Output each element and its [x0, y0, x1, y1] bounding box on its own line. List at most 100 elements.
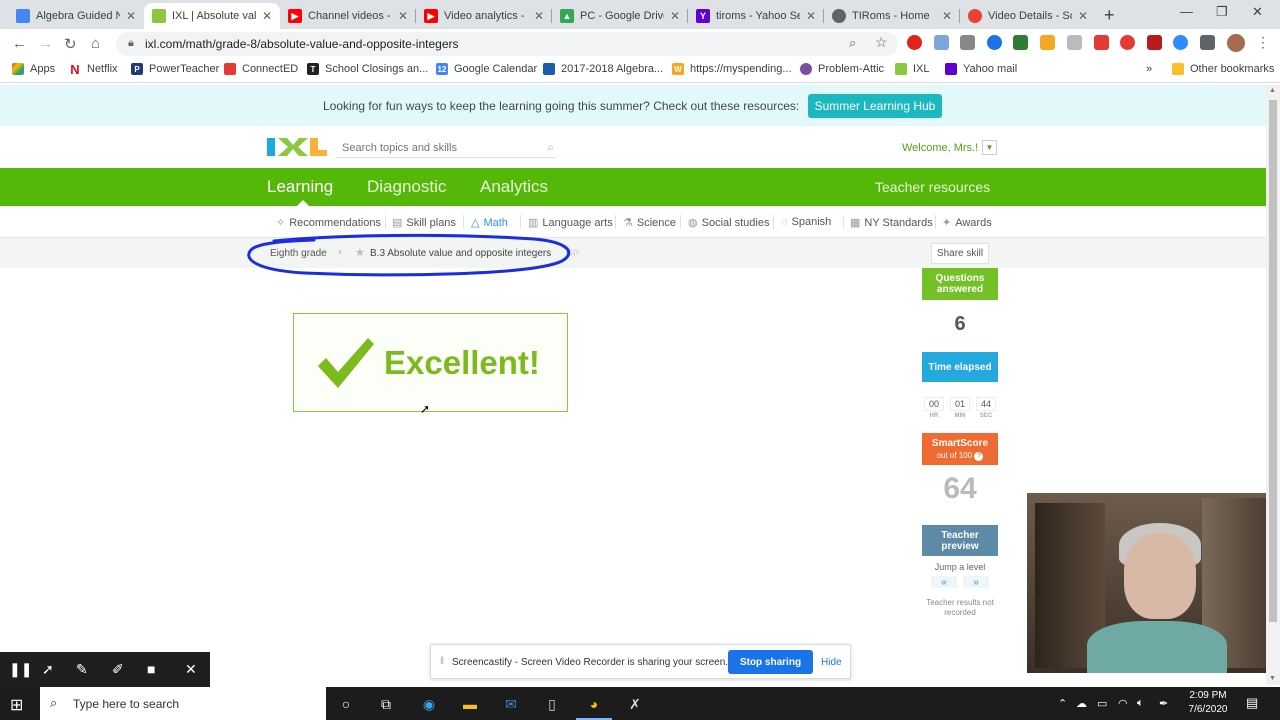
cursor-tool-icon[interactable]: ➚ [42, 661, 54, 678]
bookmarks-overflow-chevron-icon[interactable]: » [1146, 63, 1152, 75]
minimize-button[interactable]: — [1180, 4, 1193, 19]
tab-tiroms-home[interactable]: TIRoms - Home ✕ [824, 3, 960, 29]
bookmark-ixl[interactable]: IXL [895, 63, 930, 75]
chevron-down-icon[interactable]: ▼ [982, 140, 997, 155]
onedrive-icon[interactable]: ☁ [1076, 697, 1087, 710]
extension-icon[interactable] [1067, 35, 1082, 50]
search-input[interactable] [336, 139, 526, 157]
subnav-awards[interactable]: ✦ Awards [942, 216, 992, 230]
subnav-spanish[interactable]: ◌ Spanish [781, 216, 831, 228]
subnav-ny-standards[interactable]: ▦ NY Standards [850, 216, 933, 230]
extension-icon[interactable] [1094, 35, 1109, 50]
close-icon[interactable]: ✕ [942, 9, 952, 23]
taskbar-clock[interactable]: 2:09 PM 7/6/2020 [1182, 689, 1234, 717]
close-icon[interactable]: ✕ [806, 9, 816, 23]
subnav-science[interactable]: ⚗ Science [623, 216, 676, 230]
address-bar[interactable]: 🔒︎ ixl.com/math/grade-8/absolute-value-a… [116, 32, 898, 56]
zoom-extension-icon[interactable] [1173, 35, 1188, 50]
scroll-up-icon[interactable]: ▲ [1269, 87, 1276, 94]
cortana-icon[interactable]: ○ [337, 695, 355, 713]
bookmark-connected[interactable]: ConnectED [224, 63, 298, 75]
taskbar-search[interactable]: ⌕ Type here to search [40, 687, 326, 720]
extension-icon[interactable] [987, 35, 1002, 50]
bookmark-powerteacher[interactable]: P PowerTeacher [131, 63, 219, 75]
opera-extension-icon[interactable] [907, 35, 922, 50]
jump-level-down-button[interactable]: « [931, 576, 957, 588]
close-icon[interactable]: ✕ [185, 661, 197, 678]
tab-ixl-active[interactable]: IXL | Absolute valu ✕ [144, 3, 280, 29]
close-icon[interactable]: ✕ [126, 9, 136, 23]
summer-learning-hub-button[interactable]: Summer Learning Hub [808, 94, 942, 118]
zoom-icon[interactable]: ⌕ [849, 35, 856, 51]
subnav-language-arts[interactable]: ▥ Language arts [528, 216, 613, 230]
close-icon[interactable]: ✕ [398, 9, 408, 23]
webcam-overlay[interactable] [1027, 493, 1266, 673]
extension-icon[interactable] [1040, 35, 1055, 50]
back-icon[interactable]: ← [12, 35, 27, 52]
nav-diagnostic[interactable]: Diagnostic [367, 177, 446, 197]
close-icon[interactable]: ✕ [1078, 9, 1088, 23]
tray-chevron-icon[interactable]: ⌃ [1058, 697, 1067, 710]
nav-analytics[interactable]: Analytics [480, 177, 548, 197]
tab-google-drive[interactable]: ▲ PC - Google Drive ✕ [552, 3, 688, 29]
bookmark-problem-attic[interactable]: Problem-Attic [800, 63, 884, 75]
new-tab-button[interactable]: + [1104, 5, 1115, 26]
bookmark-algebra[interactable]: 2017-2018 Algebra... [543, 63, 663, 75]
scroll-down-icon[interactable]: ▼ [1269, 675, 1276, 682]
tab-video-details[interactable]: Video Details - Sc ✕ [960, 3, 1096, 29]
stop-sharing-button[interactable]: Stop sharing [728, 650, 813, 674]
reload-icon[interactable]: ↻ [64, 35, 77, 53]
search-icon[interactable]: ⌕ [547, 140, 554, 155]
pen-icon[interactable]: ✎ [76, 661, 88, 678]
bookmark-school-closings[interactable]: T School Closings an... [307, 63, 428, 75]
bookmark-other[interactable]: Other bookmarks [1172, 63, 1274, 75]
bookmark-netflix[interactable]: N Netflix [69, 62, 118, 77]
close-icon[interactable]: ✕ [670, 9, 680, 23]
profile-avatar[interactable] [1227, 34, 1245, 52]
more-menu-icon[interactable]: ⋮ [1256, 34, 1270, 51]
task-view-icon[interactable]: ⧉ [377, 695, 395, 713]
tab-algebra-guided[interactable]: Algebra Guided N ✕ [8, 3, 144, 29]
eraser-icon[interactable]: ✐ [112, 661, 124, 678]
volume-icon[interactable]: 🔈︎ [1137, 697, 1144, 710]
tab-yahoo-search[interactable]: Y tiroms - Yahoo Sea ✕ [688, 3, 824, 29]
jump-level-up-button[interactable]: » [963, 576, 989, 588]
hide-notice-button[interactable]: Hide [821, 657, 842, 668]
subnav-social-studies[interactable]: ◍ Social studies [688, 216, 769, 230]
subnav-math[interactable]: △ Math [471, 216, 508, 230]
bookmark-google-calendar[interactable]: 12 Google Calendar [436, 63, 537, 75]
share-skill-button[interactable]: Share skill [931, 243, 989, 264]
welcome-text[interactable]: Welcome, Mrs.! [902, 142, 978, 154]
tab-video-analytics[interactable]: ▶ Video analytics - Y ✕ [416, 3, 552, 29]
scrollbar-thumb[interactable] [1269, 100, 1277, 622]
extension-icon[interactable] [960, 35, 975, 50]
puzzle-icon[interactable] [1200, 35, 1215, 50]
home-icon[interactable]: ⌂ [91, 35, 100, 52]
subnav-recommendations[interactable]: ✧ Recommendations [276, 216, 381, 230]
extension-icon[interactable] [934, 35, 949, 50]
extension-icon[interactable] [1120, 35, 1135, 50]
close-icon[interactable]: ✕ [534, 9, 544, 23]
camera-icon[interactable]: ■ [147, 661, 155, 677]
bookmark-apps[interactable]: Apps [12, 63, 55, 75]
ixl-logo[interactable] [267, 136, 327, 158]
battery-icon[interactable]: ▭ [1097, 697, 1107, 710]
extension-icon[interactable] [1013, 35, 1028, 50]
maximize-button[interactable]: ❐ [1216, 4, 1228, 20]
pen-workspace-icon[interactable]: ✒ [1159, 697, 1168, 710]
skill-search[interactable]: ⌕ [336, 138, 556, 158]
notifications-icon[interactable]: ▤ [1246, 695, 1258, 711]
outlook-icon[interactable]: ✉ [502, 695, 520, 713]
bookmark-star-icon[interactable]: ☆ [875, 34, 888, 51]
bookmark-myspending[interactable]: W https://myspending... [672, 63, 792, 75]
url-text[interactable]: ixl.com/math/grade-8/absolute-value-and-… [145, 37, 459, 51]
acrobat-extension-icon[interactable] [1147, 35, 1162, 50]
drag-handle-icon[interactable]: ‖ [440, 656, 444, 667]
chrome-icon[interactable]: ◕ [585, 695, 603, 713]
subnav-skill-plans[interactable]: ▤ Skill plans [392, 216, 456, 230]
bookmark-yahoo-mail[interactable]: Yahoo mail [945, 63, 1017, 75]
wifi-icon[interactable]: ◠ [1118, 697, 1128, 710]
pause-icon[interactable]: ❚❚ [9, 661, 32, 678]
window-close-button[interactable]: ✕ [1252, 4, 1263, 20]
document-app-icon[interactable]: ▯ [543, 695, 561, 713]
